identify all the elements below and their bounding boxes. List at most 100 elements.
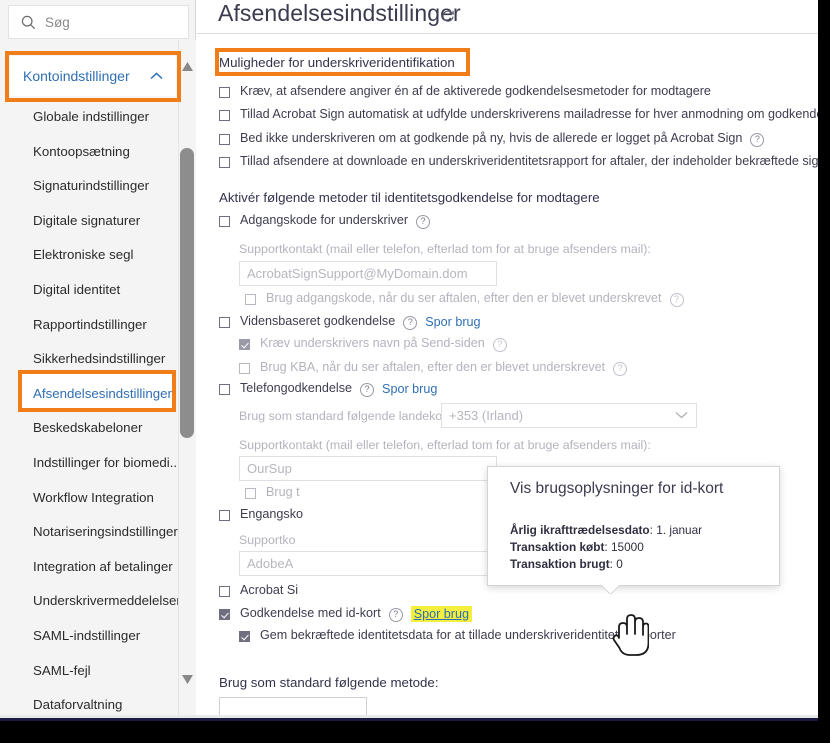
checkbox-label: Kræv underskrivers navn på Send-siden — [260, 336, 485, 350]
search-input[interactable]: Søg — [8, 5, 189, 39]
help-icon[interactable]: ? — [403, 316, 418, 330]
sidebar-scrollbar-thumb[interactable] — [180, 148, 194, 438]
sidebar-item-digitale-signaturer[interactable]: Digitale signaturer — [0, 204, 178, 239]
checkbox-row-kba-on-view[interactable]: Brug KBA, når du ser aftalen, efter den … — [239, 361, 628, 376]
sidebar: Søg Kontoindstillinger Globale indstilli… — [0, 0, 196, 718]
sidebar-item-dataforvaltning[interactable]: Dataforvaltning — [0, 688, 178, 712]
sidebar-item-workflow-integration[interactable]: Workflow Integration — [0, 481, 178, 516]
main-content: Afsendelsesindstillinger Muligheder for … — [197, 0, 818, 718]
checkbox-kba-on-view[interactable] — [239, 363, 250, 374]
page-title: Afsendelsesindstillinger — [218, 0, 461, 26]
checkbox-label: Tillad Acrobat Sign automatisk at udfyld… — [240, 107, 818, 121]
sidebar-item-digital-identitet[interactable]: Digital identitet — [0, 273, 178, 308]
sidebar-item-afsendelsesindstillinger[interactable]: Afsendelsesindstillinger — [0, 377, 178, 412]
phone-country-label: Brug som standard følgende landekode: — [239, 409, 460, 423]
sidebar-item-rapportindstillinger[interactable]: Rapportindstillinger — [0, 308, 178, 343]
sidebar-item-elektroniske-segl[interactable]: Elektroniske segl — [0, 238, 178, 273]
refresh-icon[interactable] — [441, 9, 455, 23]
phone-country-value: +353 (Irland) — [449, 408, 524, 423]
letterbox-bottom — [0, 721, 830, 743]
checkbox-row-no-reauth[interactable]: Bed ikke underskriveren om at godkende p… — [219, 131, 765, 147]
sidebar-item-kontoopsaetning[interactable]: Kontoopsætning — [0, 135, 178, 170]
checkbox-password-on-view[interactable] — [245, 294, 256, 305]
sidebar-item-saml-indstillinger[interactable]: SAML-indstillinger — [0, 619, 178, 654]
checkbox-acrobat-sign-auth[interactable] — [219, 586, 230, 597]
otp-support-input[interactable]: AdobeA — [239, 551, 497, 576]
checkbox-phone-auth[interactable] — [219, 384, 230, 395]
help-icon[interactable]: ? — [388, 608, 403, 622]
checkbox-row-acrobat-sign-auth[interactable]: Acrobat Si — [219, 584, 298, 597]
search-placeholder: Søg — [45, 14, 70, 30]
checkbox-row-download-identity-report[interactable]: Tillad afsendere at downloade en undersk… — [219, 155, 818, 169]
sidebar-item-notariseringsindstillinger[interactable]: Notariseringsindstillinger — [0, 515, 178, 550]
scroll-down-arrow-icon[interactable] — [181, 673, 194, 686]
govt-id-track-usage-link[interactable]: Spor brug — [410, 606, 473, 622]
checkbox-label: Tillad afsendere at downloade en undersk… — [240, 154, 818, 168]
checkbox-row-one-time-code[interactable]: Engangsko — [219, 508, 303, 521]
checkbox-label: Acrobat Si — [240, 583, 299, 597]
kba-track-usage-link[interactable]: Spor brug — [425, 315, 480, 329]
checkbox-row-password-on-view[interactable]: Brug adgangskode, når du ser aftalen, ef… — [245, 291, 684, 307]
phone-country-select[interactable]: +353 (Irland) — [441, 403, 697, 428]
sidebar-item-globale-indstillinger[interactable]: Globale indstillinger — [0, 100, 178, 135]
checkbox-row-signer-password[interactable]: Adgangskode for underskriver ? — [219, 214, 431, 229]
checkbox-require-auth[interactable] — [219, 87, 230, 98]
checkbox-phone-on-view[interactable] — [245, 488, 256, 499]
checkbox-no-reauth[interactable] — [219, 134, 230, 145]
checkbox-require-signer-name[interactable] — [239, 339, 250, 350]
help-icon[interactable]: ? — [613, 362, 628, 376]
scroll-up-arrow-icon[interactable] — [181, 60, 194, 73]
checkbox-row-phone-auth[interactable]: Telefongodkendelse ? Spor brug — [219, 381, 437, 397]
help-icon[interactable]: ? — [750, 133, 765, 147]
help-icon[interactable]: ? — [669, 293, 684, 307]
checkbox-label: Kræv, at afsendere angiver én af de akti… — [240, 84, 711, 98]
checkbox-store-identity-data[interactable] — [239, 631, 250, 642]
sidebar-group-kontoindstillinger[interactable]: Kontoindstillinger — [10, 56, 176, 96]
password-support-input[interactable]: AcrobatSignSupport@MyDomain.dom — [239, 261, 497, 286]
checkbox-label: Telefongodkendelse — [240, 381, 353, 395]
phone-support-value: OurSup — [247, 461, 292, 476]
checkbox-label: Brug t — [266, 485, 300, 499]
search-icon — [21, 15, 36, 30]
help-icon[interactable]: ? — [416, 215, 431, 229]
sidebar-item-underskrivermeddelelser[interactable]: Underskrivermeddelelser — [0, 584, 178, 619]
phone-track-usage-link[interactable]: Spor brug — [382, 382, 437, 396]
checkbox-row-require-signer-name[interactable]: Kræv underskrivers navn på Send-siden ? — [239, 336, 507, 352]
sidebar-item-saml-fejl[interactable]: SAML-fejl — [0, 654, 178, 689]
checkbox-signer-password[interactable] — [219, 216, 230, 227]
help-icon[interactable]: ? — [492, 338, 507, 352]
sidebar-item-beskedskabeloner[interactable]: Beskedskabeloner — [0, 411, 178, 446]
checkbox-row-autofill-email[interactable]: Tillad Acrobat Sign automatisk at udfyld… — [219, 108, 818, 121]
help-icon[interactable]: ? — [360, 383, 375, 397]
checkbox-label: Brug adgangskode, når du ser aftalen, ef… — [266, 291, 662, 305]
sidebar-item-signaturindstillinger[interactable]: Signaturindstillinger — [0, 169, 178, 204]
checkbox-download-identity-report[interactable] — [219, 157, 230, 168]
mouse-cursor-hand-icon — [611, 614, 650, 658]
checkbox-autofill-email[interactable] — [219, 110, 230, 121]
checkbox-kba[interactable] — [219, 317, 230, 328]
phone-support-input[interactable]: OurSup — [239, 456, 497, 481]
password-support-value: AcrobatSignSupport@MyDomain.dom — [247, 266, 468, 281]
checkbox-row-require-auth[interactable]: Kræv, at afsendere angiver én af de akti… — [219, 85, 711, 98]
tooltip-title: Vis brugsoplysninger for id-kort — [510, 480, 724, 497]
section-title-identification: Muligheder for underskriveridentifikatio… — [219, 55, 455, 70]
letterbox-right — [818, 0, 830, 743]
checkbox-row-govt-id[interactable]: Godkendelse med id-kort ? Spor brug — [219, 606, 473, 622]
sidebar-item-indstillinger-for-biomedi[interactable]: Indstillinger for biomedi... — [0, 446, 178, 481]
section-title-default-method: Brug som standard følgende metode: — [219, 675, 439, 690]
section-title-methods: Aktivér følgende metoder til identitetsg… — [219, 190, 600, 205]
sidebar-item-integration-af-betalinger[interactable]: Integration af betalinger — [0, 550, 178, 585]
checkbox-row-kba[interactable]: Vidensbaseret godkendelse ? Spor brug — [219, 314, 481, 330]
checkbox-govt-id[interactable] — [219, 609, 230, 620]
sidebar-item-sikkerhedsindstillinger[interactable]: Sikkerhedsindstillinger — [0, 342, 178, 377]
checkbox-row-phone-on-view[interactable]: Brug t — [245, 486, 300, 499]
app-window: Søg Kontoindstillinger Globale indstilli… — [0, 0, 818, 718]
checkbox-label: Bed ikke underskriveren om at godkende p… — [240, 131, 743, 145]
checkbox-label: Vidensbaseret godkendelse — [240, 314, 396, 328]
otp-support-label: Supportko — [239, 533, 296, 547]
usage-tooltip: Vis brugsoplysninger for id-kort Årlig i… — [487, 466, 780, 586]
sidebar-nav-list: Globale indstillinger Kontoopsætning Sig… — [0, 100, 178, 712]
tooltip-body: Årlig ikrafttrædelsesdato: 1. januar Tra… — [510, 522, 702, 573]
tooltip-line-effective-date: Årlig ikrafttrædelsesdato: 1. januar — [510, 523, 703, 537]
checkbox-one-time-code[interactable] — [219, 510, 230, 521]
